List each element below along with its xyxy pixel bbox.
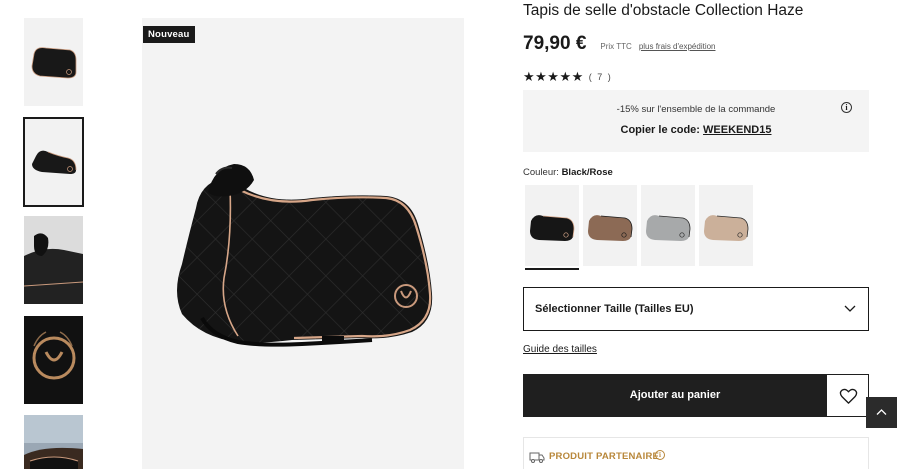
scroll-to-top-button[interactable]	[866, 397, 897, 428]
promo-banner: -15% sur l'ensemble de la commande Copie…	[523, 90, 869, 152]
promo-code[interactable]: WEEKEND15	[703, 124, 771, 136]
color-label: Couleur: Black/Rose	[523, 167, 613, 178]
partner-product-box: PRODUIT PARTENAIRE i	[523, 437, 869, 469]
swatch-beige[interactable]	[699, 185, 753, 266]
new-badge: Nouveau	[143, 26, 195, 43]
price: 79,90 €	[523, 33, 587, 54]
promo-code-prefix: Copier le code:	[620, 124, 704, 136]
swatch-brown[interactable]	[583, 185, 637, 266]
size-select-label: Sélectionner Taille (Tailles EU)	[535, 303, 694, 315]
size-guide-link[interactable]: Guide des tailles	[523, 344, 597, 355]
swatch-black-rose[interactable]	[525, 185, 579, 266]
star-rating-icon: ★★★★★	[523, 69, 584, 84]
partner-label: PRODUIT PARTENAIRE	[549, 451, 660, 462]
thumbnail-logo-detail[interactable]	[24, 316, 83, 404]
selected-color: Black/Rose	[561, 167, 613, 178]
chevron-up-icon	[876, 409, 887, 415]
partner-info-icon[interactable]: i	[655, 450, 665, 460]
promo-text: -15% sur l'ensemble de la commande	[616, 104, 776, 115]
selected-swatch-indicator	[525, 268, 579, 270]
size-select[interactable]: Sélectionner Taille (Tailles EU)	[523, 287, 869, 331]
thumbnail-side[interactable]	[23, 117, 84, 207]
review-count: ( 7 )	[588, 71, 613, 82]
thumbnail-worn[interactable]	[24, 216, 83, 304]
swatch-grey[interactable]	[641, 185, 695, 266]
chevron-down-icon	[844, 305, 856, 312]
color-label-prefix: Couleur:	[523, 167, 562, 178]
rating[interactable]: ★★★★★ ( 7 )	[523, 70, 612, 83]
thumbnail-outdoor[interactable]	[24, 415, 83, 469]
delivery-truck-icon	[529, 452, 545, 463]
heart-icon	[839, 388, 858, 404]
price-row: 79,90 € Prix TTC plus frais d'expédition	[523, 33, 716, 55]
info-icon[interactable]: i	[841, 102, 852, 113]
price-tax-note: Prix TTC	[600, 42, 632, 51]
promo-code-line: Copier le code: WEEKEND15	[523, 124, 869, 136]
main-product-image[interactable]	[142, 18, 464, 469]
add-to-cart-button[interactable]: Ajouter au panier	[523, 374, 827, 417]
wishlist-button[interactable]	[826, 374, 869, 417]
thumbnail-front[interactable]	[24, 18, 83, 106]
product-title: Tapis de selle d'obstacle Collection Haz…	[523, 2, 804, 19]
shipping-link[interactable]: plus frais d'expédition	[639, 42, 716, 51]
